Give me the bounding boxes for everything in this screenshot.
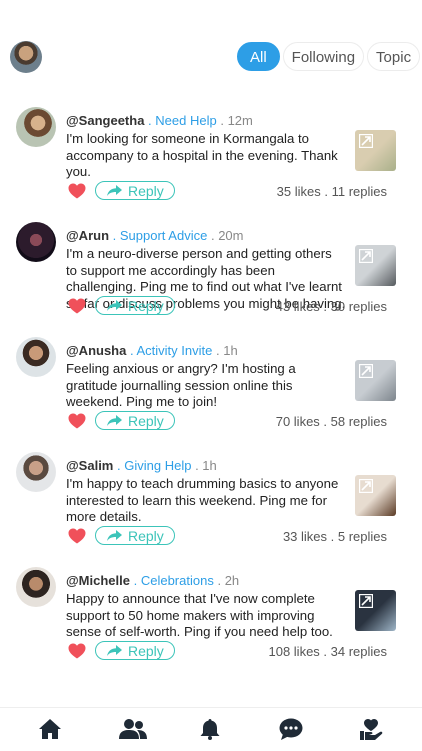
post-stats: 33 likes . 5 replies — [282, 529, 387, 544]
header: All Following Topic — [0, 0, 422, 95]
post-category[interactable]: Giving Help — [124, 458, 191, 473]
tab-following[interactable]: Following — [282, 42, 365, 71]
post-text: I'm happy to teach drumming basics to an… — [66, 476, 339, 524]
reply-arrow-icon — [107, 529, 122, 541]
post-time: 12m — [227, 113, 253, 128]
reply-arrow-icon — [107, 299, 122, 311]
post-stats: 43 likes . 30 replies — [275, 299, 387, 314]
post-text: Happy to announce that I've now complete… — [66, 591, 333, 639]
post-thumbnail[interactable] — [355, 360, 396, 401]
post-stats: 70 likes . 58 replies — [275, 414, 387, 429]
post-item[interactable]: @Salim . Giving Help . 1h I'm happy to t… — [0, 445, 422, 560]
like-heart-icon[interactable] — [68, 528, 86, 544]
reply-label: Reply — [128, 182, 164, 199]
post-thumbnail[interactable] — [355, 245, 396, 286]
filter-tabs: All Following Topic — [237, 42, 421, 71]
like-heart-icon[interactable] — [68, 643, 86, 659]
user-avatar[interactable] — [16, 222, 56, 262]
post-text: I'm looking for someone in Kormangala to… — [66, 131, 338, 179]
user-handle[interactable]: @Anusha — [66, 343, 126, 358]
reply-arrow-icon — [107, 414, 122, 426]
post-time: 1h — [223, 343, 238, 358]
post-meta: @Sangeetha . Need Help . 12m — [66, 113, 253, 128]
profile-avatar[interactable] — [10, 41, 42, 73]
post-meta: @Salim . Giving Help . 1h — [66, 458, 217, 473]
tab-all[interactable]: All — [237, 42, 280, 71]
heart-hand-icon[interactable] — [359, 718, 383, 740]
user-handle[interactable]: @Salim — [66, 458, 113, 473]
bell-icon[interactable] — [199, 718, 221, 740]
post-category[interactable]: Need Help — [155, 113, 216, 128]
post-meta: @Anusha . Activity Invite . 1h — [66, 343, 238, 358]
bottom-nav — [0, 707, 422, 751]
open-external-icon — [359, 594, 373, 608]
like-heart-icon[interactable] — [68, 298, 86, 314]
user-avatar[interactable] — [16, 567, 56, 607]
post-item[interactable]: @Arun . Support Advice . 20m I'm a neuro… — [0, 215, 422, 330]
reply-label: Reply — [128, 412, 164, 429]
user-handle[interactable]: @Sangeetha — [66, 113, 144, 128]
post-item[interactable]: @Michelle . Celebrations . 2h Happy to a… — [0, 560, 422, 675]
reply-button[interactable]: Reply — [95, 181, 175, 200]
reply-label: Reply — [128, 642, 164, 659]
user-handle[interactable]: @Arun — [66, 228, 109, 243]
open-external-icon — [359, 479, 373, 493]
reply-button[interactable]: Reply — [95, 296, 175, 315]
post-thumbnail[interactable] — [355, 475, 396, 516]
reply-arrow-icon — [107, 644, 122, 656]
user-avatar[interactable] — [16, 337, 56, 377]
post-meta: @Arun . Support Advice . 20m — [66, 228, 244, 243]
reply-button[interactable]: Reply — [95, 641, 175, 660]
post-stats: 108 likes . 34 replies — [268, 644, 387, 659]
reply-label: Reply — [128, 527, 164, 544]
reply-button[interactable]: Reply — [95, 526, 175, 545]
people-icon[interactable] — [119, 718, 147, 740]
reply-label: Reply — [128, 297, 164, 314]
post-time: 1h — [202, 458, 217, 473]
post-category[interactable]: Support Advice — [120, 228, 207, 243]
chat-icon[interactable] — [279, 718, 303, 740]
open-external-icon — [359, 134, 373, 148]
open-external-icon — [359, 364, 373, 378]
like-heart-icon[interactable] — [68, 183, 86, 199]
open-external-icon — [359, 249, 373, 263]
user-handle[interactable]: @Michelle — [66, 573, 130, 588]
user-avatar[interactable] — [16, 452, 56, 492]
post-stats: 35 likes . 11 replies — [276, 184, 387, 199]
post-thumbnail[interactable] — [355, 590, 396, 631]
post-item[interactable]: @Sangeetha . Need Help . 12m I'm looking… — [0, 100, 422, 215]
post-category[interactable]: Activity Invite — [137, 343, 213, 358]
reply-arrow-icon — [107, 184, 122, 196]
post-meta: @Michelle . Celebrations . 2h — [66, 573, 240, 588]
reply-button[interactable]: Reply — [95, 411, 175, 430]
post-item[interactable]: @Anusha . Activity Invite . 1h Feeling a… — [0, 330, 422, 445]
post-thumbnail[interactable] — [355, 130, 396, 171]
post-time: 20m — [218, 228, 244, 243]
like-heart-icon[interactable] — [68, 413, 86, 429]
post-text: Feeling anxious or angry? I'm hosting a … — [66, 361, 296, 409]
user-avatar[interactable] — [16, 107, 56, 147]
tab-topic[interactable]: Topic — [367, 42, 421, 71]
post-category[interactable]: Celebrations — [141, 573, 214, 588]
post-time: 2h — [224, 573, 240, 588]
home-icon[interactable] — [37, 718, 63, 740]
